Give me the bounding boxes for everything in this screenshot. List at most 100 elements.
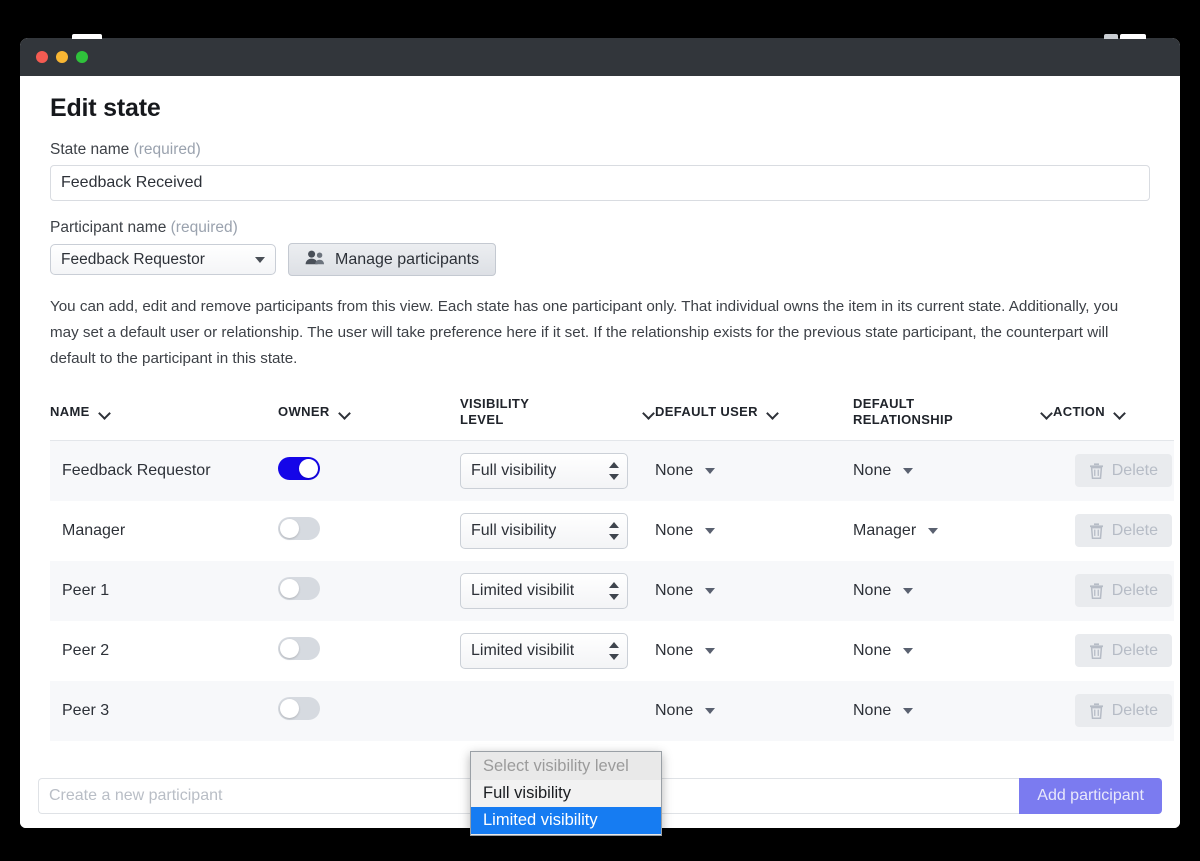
dropdown-option-limited-visibility[interactable]: Limited visibility <box>471 807 661 834</box>
column-header-action[interactable]: ACTION <box>1053 388 1174 441</box>
column-header-visibility-level[interactable]: VISIBILITY LEVEL <box>460 388 655 441</box>
default-user-select[interactable]: None <box>655 641 716 660</box>
default-relationship-select[interactable]: None <box>853 641 914 660</box>
column-header-action-label: ACTION <box>1053 404 1105 419</box>
add-participant-button[interactable]: Add participant <box>1019 778 1162 814</box>
visibility-level-value: Full visibility <box>471 521 557 539</box>
default-user-value: None <box>655 581 694 599</box>
cell-default-relationship: None <box>853 560 1053 621</box>
delete-button-label: Delete <box>1111 701 1158 719</box>
visibility-level-value: Limited visibilit <box>471 581 575 599</box>
delete-button-label: Delete <box>1111 521 1158 539</box>
default-user-value: None <box>655 461 694 479</box>
column-header-visibility-level-label: VISIBILITY LEVEL <box>460 396 529 427</box>
column-header-owner-label: OWNER <box>278 404 330 419</box>
visibility-level-value: Limited visibilit <box>471 641 575 659</box>
cell-default-relationship: None <box>853 680 1053 741</box>
minimize-window-button[interactable] <box>56 51 68 63</box>
trash-icon <box>1089 642 1104 659</box>
column-header-default-relationship[interactable]: DEFAULT RELATIONSHIP <box>853 388 1053 441</box>
participant-name-label: Participant name (required) <box>50 219 1168 237</box>
visibility-level-dropdown-menu[interactable]: Select visibility level Full visibility … <box>470 751 662 836</box>
default-user-select[interactable]: None <box>655 581 716 600</box>
caret-down-icon <box>928 527 939 534</box>
participant-name-select[interactable]: Feedback Requestor <box>50 244 276 275</box>
chevron-down-icon <box>340 409 351 416</box>
cell-action: Delete <box>1053 560 1174 621</box>
default-relationship-select[interactable]: None <box>853 702 914 720</box>
window-titlebar <box>20 38 1180 76</box>
caret-down-icon <box>705 647 716 654</box>
visibility-level-select[interactable]: Limited visibilit <box>460 632 628 669</box>
delete-button[interactable]: Delete <box>1074 574 1172 607</box>
cell-visibility: Full visibility <box>460 500 655 561</box>
column-header-default-user[interactable]: DEFAULT USER <box>655 388 853 441</box>
default-relationship-value: None <box>853 641 892 659</box>
cell-default-user: None <box>655 560 853 621</box>
trash-icon <box>1089 522 1104 539</box>
owner-toggle[interactable] <box>278 636 320 660</box>
toggle-knob <box>280 638 299 658</box>
cell-owner <box>278 680 460 741</box>
cell-owner <box>278 560 460 621</box>
caret-down-icon <box>705 587 716 594</box>
visibility-level-select[interactable]: Full visibility <box>460 452 628 489</box>
cell-action: Delete <box>1053 500 1174 561</box>
toggle-knob <box>280 698 299 718</box>
default-user-value: None <box>655 641 694 659</box>
dropdown-option-full-visibility[interactable]: Full visibility <box>471 780 661 807</box>
cell-name: Peer 1 <box>50 560 278 621</box>
stepper-arrows-icon <box>609 461 619 480</box>
chevron-down-icon <box>1115 409 1126 416</box>
manage-participants-button-label: Manage participants <box>335 250 480 268</box>
column-header-owner[interactable]: OWNER <box>278 388 460 441</box>
trash-icon <box>1089 582 1104 599</box>
caret-down-icon <box>903 647 914 654</box>
cell-default-relationship: None <box>853 620 1053 681</box>
cell-name: Feedback Requestor <box>50 440 278 501</box>
delete-button[interactable]: Delete <box>1074 454 1172 488</box>
manage-participants-button[interactable]: Manage participants <box>288 243 497 276</box>
cell-visibility: Limited visibilit <box>460 560 655 621</box>
visibility-level-value: Full visibility <box>471 461 557 479</box>
participants-table: NAME OWNER VISIBILITY LEVEL DEFAULT USER… <box>50 388 1174 741</box>
column-header-name-label: NAME <box>50 404 90 419</box>
owner-toggle[interactable] <box>278 456 320 480</box>
table-row: Peer 3 Limited visibilit None <box>50 680 1174 741</box>
state-name-label-text: State name <box>50 141 130 158</box>
visibility-level-select[interactable]: Limited visibilit <box>460 572 628 609</box>
chevron-down-icon <box>1042 409 1053 416</box>
default-user-select[interactable]: None <box>655 702 716 720</box>
default-user-select[interactable]: None <box>655 521 716 540</box>
window-tab-nub-right <box>1120 34 1146 39</box>
window-tab-nub-left <box>72 34 102 39</box>
table-header-row: NAME OWNER VISIBILITY LEVEL DEFAULT USER… <box>50 388 1174 441</box>
cell-owner <box>278 500 460 561</box>
owner-toggle[interactable] <box>278 516 320 540</box>
default-relationship-select[interactable]: None <box>853 582 914 600</box>
participant-name-required-hint: (required) <box>170 219 238 236</box>
default-relationship-select[interactable]: None <box>853 462 914 480</box>
default-user-select[interactable]: None <box>655 461 716 480</box>
close-window-button[interactable] <box>36 51 48 63</box>
column-header-default-user-label: DEFAULT USER <box>655 404 758 419</box>
caret-down-icon <box>705 467 716 474</box>
default-relationship-select[interactable]: Manager <box>853 522 939 540</box>
owner-toggle[interactable] <box>278 576 320 600</box>
visibility-level-select[interactable]: Full visibility <box>460 512 628 549</box>
delete-button-label: Delete <box>1111 641 1158 659</box>
caret-down-icon <box>705 527 716 534</box>
state-name-required-hint: (required) <box>133 141 201 158</box>
column-header-default-relationship-label: DEFAULT RELATIONSHIP <box>853 396 954 427</box>
delete-button[interactable]: Delete <box>1074 694 1172 727</box>
delete-button[interactable]: Delete <box>1074 514 1172 547</box>
table-row: Manager Full visibility None Manager Del… <box>50 500 1174 561</box>
zoom-window-button[interactable] <box>76 51 88 63</box>
dropdown-option-select-visibility-level[interactable]: Select visibility level <box>471 753 661 780</box>
state-name-input[interactable] <box>50 165 1150 201</box>
owner-toggle[interactable] <box>278 696 320 720</box>
cell-action: Delete <box>1053 680 1174 741</box>
delete-button[interactable]: Delete <box>1074 634 1172 667</box>
column-header-name[interactable]: NAME <box>50 388 278 441</box>
default-user-value: None <box>655 521 694 539</box>
